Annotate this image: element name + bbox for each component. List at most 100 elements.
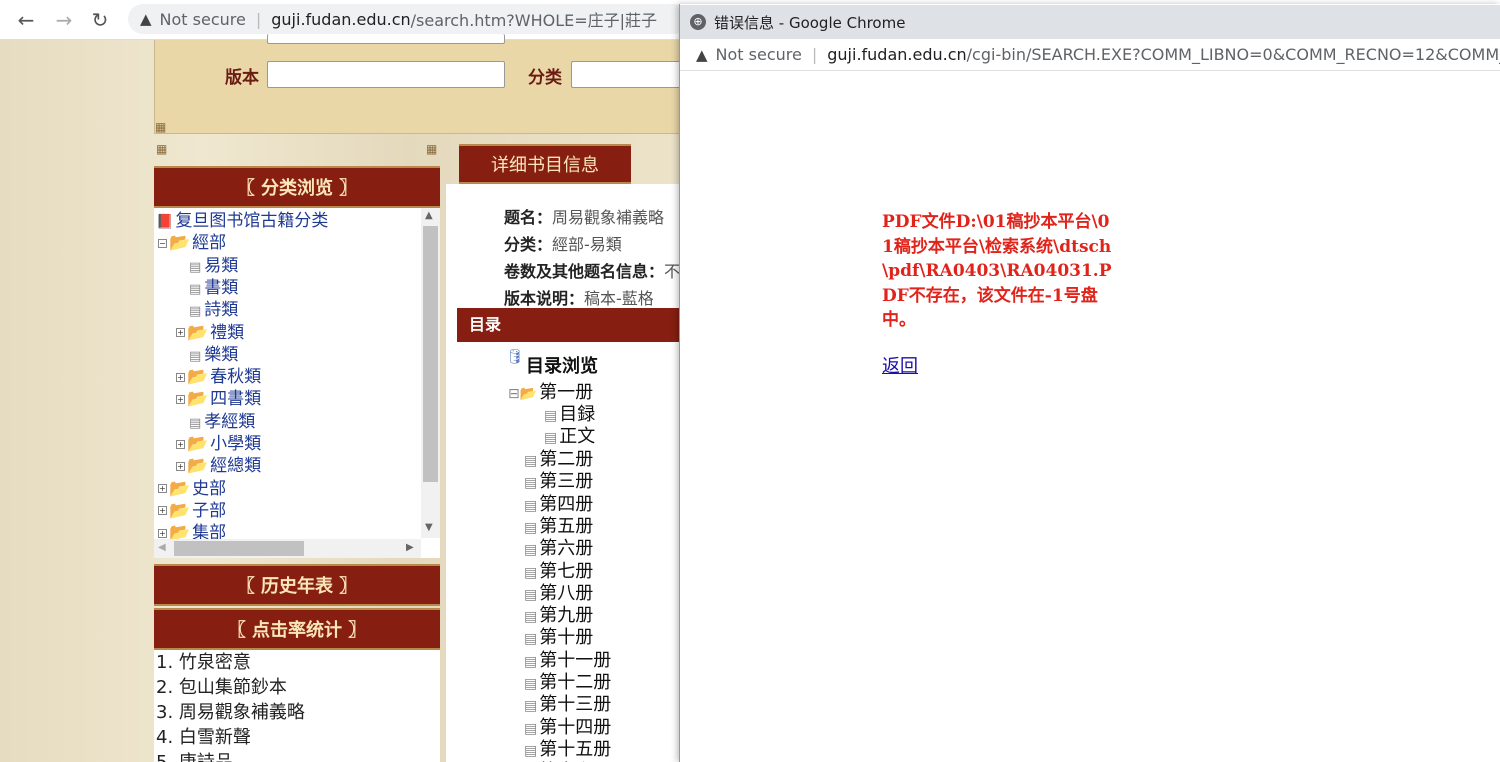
category-input[interactable] — [571, 61, 681, 88]
toc-header: 目录 — [457, 308, 680, 342]
category-label: 分类 — [528, 68, 562, 88]
tree-node-label: 史部 — [192, 478, 227, 499]
tree-node-label: 四書類 — [210, 389, 262, 410]
separator: | — [255, 9, 262, 29]
security-label: Not secure — [159, 9, 246, 29]
reload-icon[interactable]: ↻ — [86, 6, 114, 34]
error-message: PDF文件D:\01稿抄本平台\01稿抄本平台\检索系统\dtsch\pdf\R… — [882, 212, 1112, 330]
page-icon: ▤ — [544, 430, 558, 447]
tree-node[interactable]: + 📂 子部 — [158, 500, 226, 522]
globe-icon: ⊕ — [690, 14, 706, 30]
tree-node[interactable]: ▤ 書類 — [176, 277, 238, 301]
field-edition: 版本说明：稿本-藍格 — [504, 289, 654, 308]
tree-node-label: 經總類 — [210, 456, 262, 477]
toc-browse-label: 目录浏览 — [526, 356, 598, 377]
url-path: /cgi-bin/SEARCH.EXE?COMM_LIBNO=0&COMM_RE… — [966, 45, 1500, 64]
list-item[interactable]: 5. 唐詩品 — [156, 750, 440, 762]
folder-icon: 📂 — [169, 233, 191, 254]
folder-icon: 📂 — [187, 389, 209, 410]
book-icon: 📕 — [156, 214, 174, 230]
stats-banner: 〖 点击率统计 〗 — [154, 608, 440, 650]
scroll-left-icon[interactable]: ◀ — [158, 542, 166, 553]
edition-input[interactable] — [267, 61, 505, 88]
vertical-scroll-thumb[interactable] — [423, 226, 438, 482]
popup-title: 错误信息 - Google Chrome — [714, 13, 906, 32]
expand-icon[interactable]: + — [176, 394, 185, 404]
scroll-right-icon[interactable]: ▶ — [406, 542, 414, 553]
page-icon: ▤ — [189, 259, 202, 275]
tree-node[interactable]: + 📂 四書類 — [176, 388, 261, 410]
tree-node[interactable]: 📕 复旦图书馆古籍分类 — [156, 210, 328, 233]
popup-titlebar: ⊕ 错误信息 - Google Chrome — [680, 5, 1500, 39]
folder-icon: 📂 — [187, 434, 209, 454]
separator: | — [811, 45, 818, 64]
scroll-down-icon[interactable]: ▼ — [425, 522, 433, 533]
folder-icon: 📂 — [187, 456, 209, 477]
folder-icon: 📂 — [169, 478, 191, 499]
tree-node[interactable]: ▤ 孝經類 — [176, 411, 255, 435]
tree-node[interactable]: + 📂 禮類 — [176, 322, 244, 344]
details-tab: 详细书目信息 — [459, 144, 631, 184]
collapse-icon[interactable]: − — [158, 238, 167, 248]
title-input[interactable] — [267, 34, 505, 44]
list-item[interactable]: 4. 白雪新聲 — [156, 725, 440, 750]
folder-icon: 📂 — [169, 500, 191, 521]
tree-node-label: 复旦图书馆古籍分类 — [175, 211, 329, 231]
warning-icon: ▲ — [696, 45, 708, 64]
browse-banner[interactable]: 〖 分类浏览 〗 — [154, 166, 440, 208]
expand-icon[interactable]: + — [176, 461, 185, 471]
tree-node[interactable]: + 📂 史部 — [158, 478, 226, 500]
warning-icon: ▲ — [140, 10, 152, 28]
expand-icon[interactable]: + — [176, 439, 185, 449]
tree-node-label: 經部 — [192, 233, 227, 254]
back-link[interactable]: 返回 — [882, 352, 918, 378]
forward-arrow-icon[interactable]: → — [50, 6, 78, 34]
page-icon: ▤ — [189, 415, 202, 431]
knot-ornament-icon: ▦ — [426, 142, 438, 156]
scroll-up-icon[interactable]: ▲ — [425, 210, 433, 221]
tree-node-label: 子部 — [192, 500, 227, 521]
tree-node-label: 易類 — [204, 255, 239, 276]
popup-address-bar: ▲ Not secure | guji.fudan.edu.cn/cgi-bin… — [680, 39, 1500, 71]
expand-icon[interactable]: + — [176, 372, 185, 382]
folder-icon: ⊟📂 — [508, 386, 538, 402]
edition-label: 版本 — [225, 68, 259, 88]
knot-ornament-icon: ▦ — [156, 142, 168, 156]
list-item[interactable]: 2. 包山集節鈔本 — [156, 675, 440, 700]
expand-icon[interactable]: + — [176, 328, 185, 337]
tree-node[interactable]: + 📂 小學類 — [176, 433, 261, 455]
field-title: 题名：周易觀象補義略 — [504, 208, 665, 227]
list-item[interactable]: 3. 周易觀象補義略 — [156, 700, 440, 725]
toc-item[interactable]: ▤第十六册 — [524, 757, 611, 762]
expand-icon[interactable]: + — [158, 484, 167, 494]
horizontal-scroll-thumb[interactable] — [174, 541, 304, 556]
database-icon: 🛢 — [506, 349, 524, 365]
security-label: Not secure — [715, 45, 802, 64]
tree-node[interactable]: ▤ 詩類 — [176, 299, 238, 323]
expand-icon[interactable]: + — [158, 506, 167, 516]
page-icon: ▤ — [189, 281, 202, 297]
tree-node[interactable]: ▤ 樂類 — [176, 344, 238, 368]
address-bar[interactable]: ▲ Not secure | guji.fudan.edu.cn/search.… — [128, 4, 688, 34]
tree-node-label: 樂類 — [204, 344, 239, 365]
list-item[interactable]: 1. 竹泉密意 — [156, 650, 440, 675]
category-tree: 📕 复旦图书馆古籍分类 − 📂 經部 ▤ 易類 ▤ 書類 ▤ 詩類 + 📂 禮類 ▤ 樂類 + 📂 春秋類 + 📂 四書類… — [154, 208, 440, 558]
tree-node[interactable]: − 📂 經部 — [158, 232, 226, 254]
tree-node-label: 禮類 — [210, 322, 245, 343]
tree-node-label: 書類 — [204, 277, 239, 298]
expand-icon[interactable]: + — [158, 528, 167, 538]
tree-node[interactable]: + 📂 經總類 — [176, 455, 261, 477]
history-banner[interactable]: 〖 历史年表 〗 — [154, 564, 440, 606]
folder-icon: 📂 — [187, 322, 209, 343]
folder-icon: 📂 — [187, 367, 209, 388]
tree-node-label: 詩類 — [204, 300, 239, 321]
field-volumes: 卷数及其他题名信息：不 — [504, 262, 681, 281]
tree-node[interactable]: ▤ 易類 — [176, 255, 238, 279]
field-category: 分类：經部-易類 — [504, 235, 622, 254]
stats-list: 1. 竹泉密意 2. 包山集節鈔本 3. 周易觀象補義略 4. 白雪新聲 5. … — [154, 650, 440, 762]
tree-node[interactable]: + 📂 春秋類 — [176, 366, 261, 388]
tree-node-label: 小學類 — [210, 434, 262, 454]
back-arrow-icon[interactable]: ← — [12, 6, 40, 34]
details-panel: 题名：周易觀象補義略 分类：經部-易類 卷数及其他题名信息：不 版本说明：稿本-… — [446, 184, 680, 762]
url-path: /search.htm?WHOLE=庄子|莊子 — [410, 11, 658, 30]
